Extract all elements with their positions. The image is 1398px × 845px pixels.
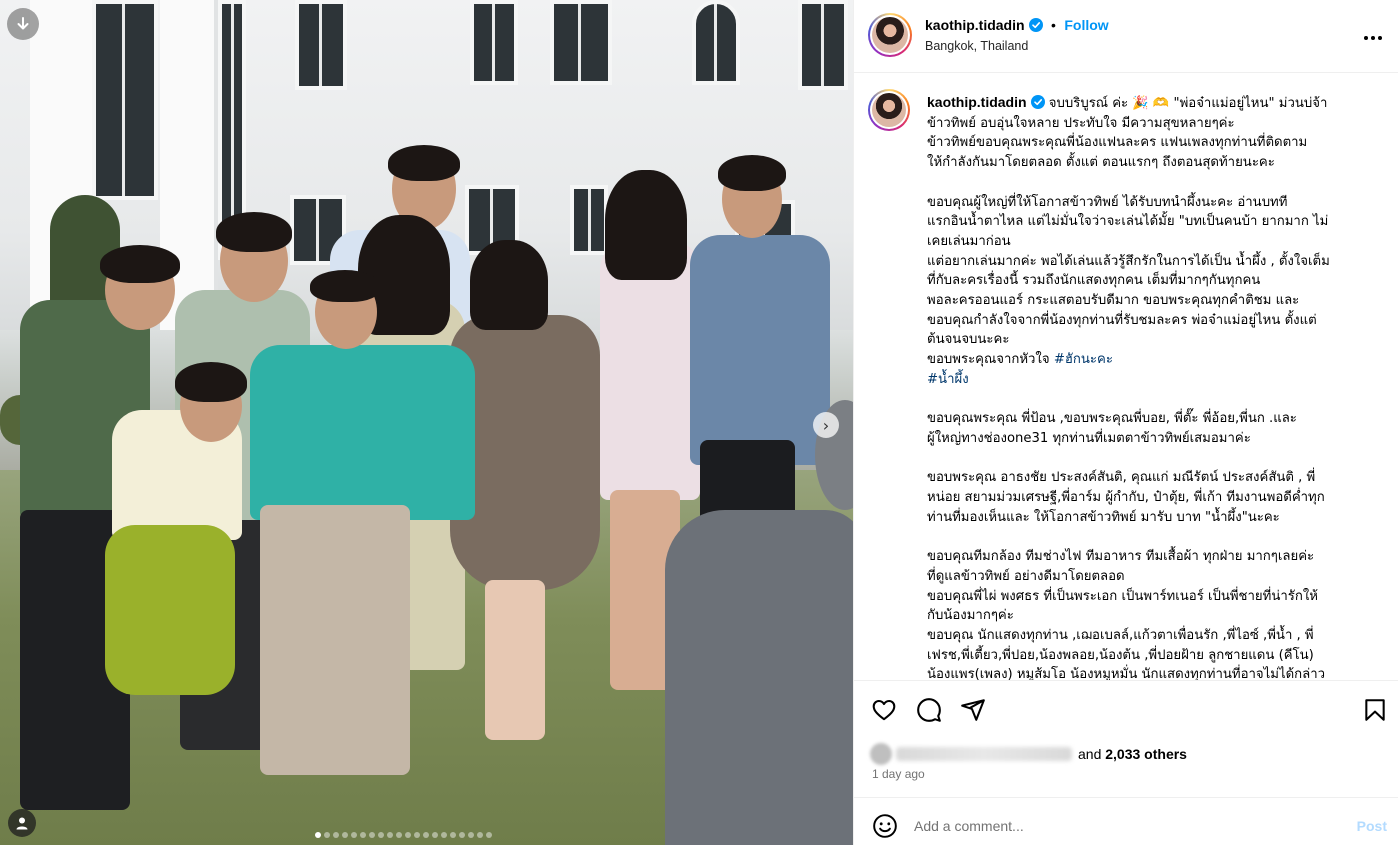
verified-badge-icon [1028,18,1043,32]
post-comment-button[interactable]: Post [1357,818,1387,834]
carousel-dot [333,832,339,838]
carousel-dot [486,832,492,838]
post-photo[interactable]: › [0,0,853,845]
share-button[interactable] [960,697,986,723]
carousel-dot [369,832,375,838]
verified-badge-icon [1030,95,1045,109]
more-dots-icon [1364,36,1382,40]
comment-input[interactable]: Add a comment... [914,818,1024,834]
carousel-dot [324,832,330,838]
hashtag-link[interactable]: #น้ำผึ้ง [927,372,969,387]
likes-count[interactable]: 2,033 others [1105,746,1187,762]
avatar[interactable] [868,13,912,57]
comment-bar: Add a comment... Post [854,797,1398,845]
post-detail-panel: kaothip.tidadin • Follow Bangkok, Thaila… [853,0,1398,845]
action-bar: and 2,033 others 1 day ago Add a comment… [854,680,1398,845]
caption-avatar[interactable] [868,89,910,131]
carousel-dot [360,832,366,838]
more-options-button[interactable] [1363,24,1383,47]
liker-name-blurred [896,747,1072,761]
caption-username[interactable]: kaothip.tidadin [927,94,1027,110]
carousel-dot [459,832,465,838]
location-link[interactable]: Bangkok, Thailand [925,39,1028,53]
carousel-dot [477,832,483,838]
like-button[interactable] [871,697,897,723]
carousel-dot [342,832,348,838]
paper-plane-icon [961,699,985,721]
username-link[interactable]: kaothip.tidadin [925,17,1025,33]
caption-text: kaothip.tidadin จบบริบูรณ์ ค่ะ 🎉 🫶 "พ่อจ… [927,93,1367,680]
smiley-icon [873,814,897,838]
next-slide-button[interactable]: › [813,412,839,438]
likes-and: and [1078,746,1102,762]
download-arrow-icon[interactable] [7,8,39,40]
hashtag-link[interactable]: #ฮักนะคะ [1054,352,1113,367]
comment-button[interactable] [916,697,942,723]
follow-button[interactable]: Follow [1064,17,1108,33]
carousel-dot [387,832,393,838]
caption-body-continued: ขอบคุณพระคุณ พี่ป้อน ,ขอบพระคุณพี่บอย, พ… [927,411,1326,680]
caption-body: จบบริบูรณ์ ค่ะ 🎉 🫶 "พ่อจ๋าแม่อยู่ไหน" ม่… [927,96,1330,368]
carousel-dot [378,832,384,838]
user-tag-icon [16,817,28,830]
carousel-dot [351,832,357,838]
carousel-dot [441,832,447,838]
carousel-dot [450,832,456,838]
liker-avatar [870,743,892,765]
chevron-right-icon: › [822,415,830,435]
save-button[interactable] [1362,697,1388,723]
carousel-dot [396,832,402,838]
post-header: kaothip.tidadin • Follow Bangkok, Thaila… [854,0,1398,73]
carousel-dot [468,832,474,838]
separator-dot: • [1051,17,1056,33]
carousel-dot [315,832,321,838]
emoji-button[interactable] [872,813,898,844]
carousel-dot [405,832,411,838]
likes-summary[interactable]: and 2,033 others [870,743,1187,765]
carousel-dot [432,832,438,838]
bookmark-icon [1365,699,1385,721]
carousel-dot [414,832,420,838]
carousel-indicator [315,832,492,838]
user-tag-button[interactable] [8,809,36,837]
heart-icon [872,699,896,721]
caption-scroll-area[interactable]: kaothip.tidadin จบบริบูรณ์ ค่ะ 🎉 🫶 "พ่อจ… [854,73,1398,680]
carousel-dot [423,832,429,838]
comment-bubble-icon [917,698,941,722]
post-timestamp[interactable]: 1 day ago [872,767,925,781]
